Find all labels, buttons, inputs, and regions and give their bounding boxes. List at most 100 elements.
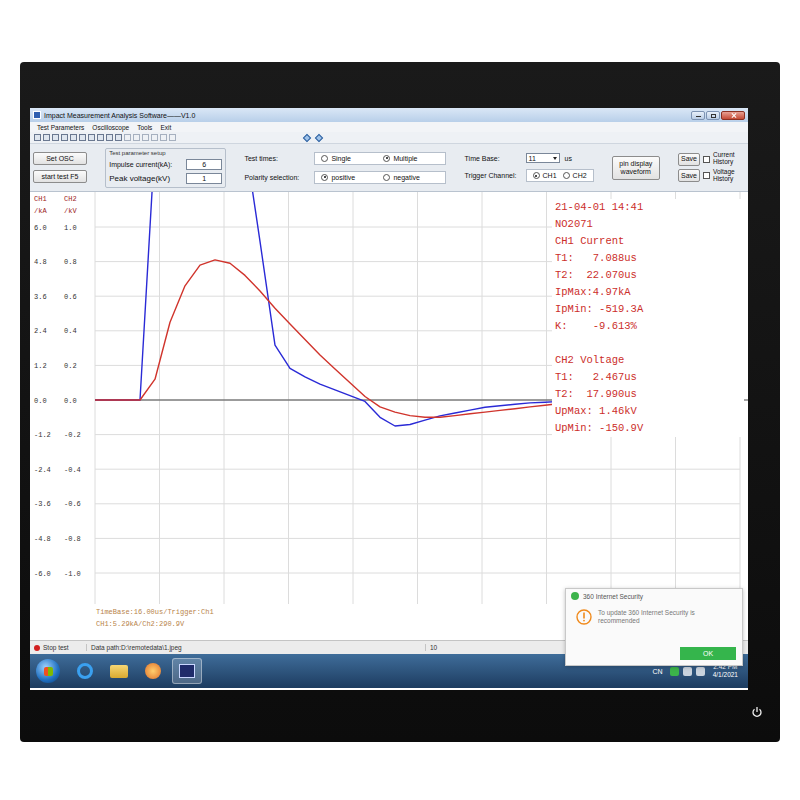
radio-group: Test times: Single Multiple: [244, 152, 446, 165]
history-label: Current History: [713, 152, 745, 166]
axis-unit: /kA: [34, 207, 47, 215]
pencil-icon[interactable]: [303, 133, 311, 141]
radio-option[interactable]: CH2: [563, 172, 587, 179]
grid-line: [95, 503, 740, 504]
radio-icon[interactable]: [321, 174, 328, 181]
tool-icon[interactable]: [142, 134, 149, 141]
grid-line: [224, 192, 225, 604]
time-base-row: Time Base:11us: [465, 153, 594, 163]
minimize-icon[interactable]: [691, 111, 705, 120]
start-icon[interactable]: [36, 659, 60, 683]
media-icon[interactable]: [138, 658, 168, 684]
language-indicator[interactable]: CN: [650, 668, 666, 675]
axis-tick: -0.6: [64, 500, 81, 508]
tool-icon[interactable]: [79, 134, 86, 141]
radio-box: positive negative: [314, 171, 446, 184]
parameter-panel: Set OSC start test F5 Test parameter setup…: [30, 144, 748, 192]
tool-icon[interactable]: [61, 134, 68, 141]
axis-tick: -0.4: [64, 466, 81, 474]
readout-title: CH1 Current: [555, 233, 741, 250]
app-window-icon[interactable]: [172, 658, 202, 684]
tool-icon[interactable]: [70, 134, 77, 141]
menu-item[interactable]: Oscilloscope: [88, 124, 133, 131]
field-input[interactable]: 1: [186, 173, 222, 184]
action-button[interactable]: Set OSC: [33, 152, 87, 165]
checkbox[interactable]: [703, 156, 710, 163]
ok-button[interactable]: OK: [680, 647, 736, 660]
axis-tick: 0.0: [64, 397, 77, 405]
menu-item[interactable]: Test Parameters: [33, 124, 88, 131]
tool-icon[interactable]: [34, 134, 41, 141]
pin-button[interactable]: pin display waveform: [612, 156, 660, 180]
radio-icon[interactable]: [321, 155, 328, 162]
network-icon[interactable]: [683, 667, 692, 676]
radio-option[interactable]: negative: [383, 174, 439, 181]
radio-group: Polarity selection:positivenegative: [244, 171, 446, 184]
time-base-select[interactable]: 11: [526, 153, 560, 163]
axis-tick: 0.4: [64, 327, 77, 335]
radio-icon[interactable]: [383, 155, 390, 162]
field-input[interactable]: 6: [186, 159, 222, 170]
screen: Impact Measurement Analysis Software——V1…: [30, 108, 748, 690]
notification-header: 360 Internet Security: [566, 589, 742, 603]
radio-box: Single Multiple: [314, 152, 446, 165]
menu-bar: Test ParametersOscilloscopeToolsExit: [30, 122, 748, 132]
radio-option[interactable]: Single: [321, 155, 377, 162]
readout-line: T2: 22.070us: [555, 267, 741, 284]
radio-option[interactable]: CH1: [533, 172, 557, 179]
status-path: Data path:D:\remotedata\1.jpeg: [87, 644, 426, 651]
history-row: SaveVoltage History: [678, 169, 745, 183]
toolbar: [30, 132, 748, 144]
tool-icon[interactable]: [169, 134, 176, 141]
axis-tick: 0.0: [34, 397, 47, 405]
axis-tick: -1.2: [34, 431, 51, 439]
stop-icon: [34, 645, 40, 651]
tool-icon[interactable]: [52, 134, 59, 141]
tool-icon[interactable]: [115, 134, 122, 141]
readout-line: IpMin: -519.3A: [555, 301, 741, 318]
grid-line: [95, 538, 740, 539]
action-button[interactable]: start test F5: [33, 170, 87, 183]
line-icon[interactable]: [315, 133, 323, 141]
readout-line: K: -9.613%: [555, 318, 741, 335]
time-base-label: Time Base:: [465, 155, 523, 162]
setup-group: Test parameter setupImpulse current(kA):…: [105, 148, 226, 188]
power-icon[interactable]: [751, 706, 763, 718]
save-button[interactable]: Save: [678, 153, 700, 166]
plot-area: CH1/kA6.04.83.62.41.20.0-1.2-2.4-3.6-4.8…: [30, 192, 748, 640]
security-icon[interactable]: [670, 667, 679, 676]
photo: Impact Measurement Analysis Software——V1…: [0, 0, 800, 800]
axis-tick: 1.2: [34, 362, 47, 370]
radio-icon[interactable]: [563, 172, 570, 179]
browser-icon[interactable]: [70, 658, 100, 684]
radio-option[interactable]: positive: [321, 174, 377, 181]
save-button[interactable]: Save: [678, 169, 700, 182]
tool-icon[interactable]: [97, 134, 104, 141]
menu-item[interactable]: Exit: [156, 124, 175, 131]
tool-icon[interactable]: [88, 134, 95, 141]
tool-icon[interactable]: [151, 134, 158, 141]
close-icon[interactable]: [721, 111, 745, 120]
tool-icon[interactable]: [43, 134, 50, 141]
axis-tick: 3.6: [34, 293, 47, 301]
tool-icon[interactable]: [133, 134, 140, 141]
radio-option[interactable]: Multiple: [383, 155, 439, 162]
checkbox[interactable]: [703, 172, 710, 179]
clock-date: 4/1/2021: [713, 671, 738, 679]
radio-icon[interactable]: [533, 172, 540, 179]
tool-icon[interactable]: [106, 134, 113, 141]
radio-icon[interactable]: [383, 174, 390, 181]
radio-groups: Test times:SingleMultiplePolarity select…: [244, 152, 446, 184]
maximize-icon[interactable]: [706, 111, 720, 120]
notification-body: To update 360 Internet Security is recom…: [566, 603, 742, 628]
menu-item[interactable]: Tools: [133, 124, 156, 131]
volume-icon[interactable]: [696, 667, 705, 676]
axis-tick: -6.0: [34, 570, 51, 578]
tool-icon[interactable]: [124, 134, 131, 141]
warning-icon: [576, 609, 592, 625]
folder-icon[interactable]: [104, 658, 134, 684]
radio-group-label: Test times:: [244, 155, 310, 162]
axis-tick: -3.6: [34, 500, 51, 508]
dropdown-icon[interactable]: [553, 157, 557, 160]
tool-icon[interactable]: [160, 134, 167, 141]
